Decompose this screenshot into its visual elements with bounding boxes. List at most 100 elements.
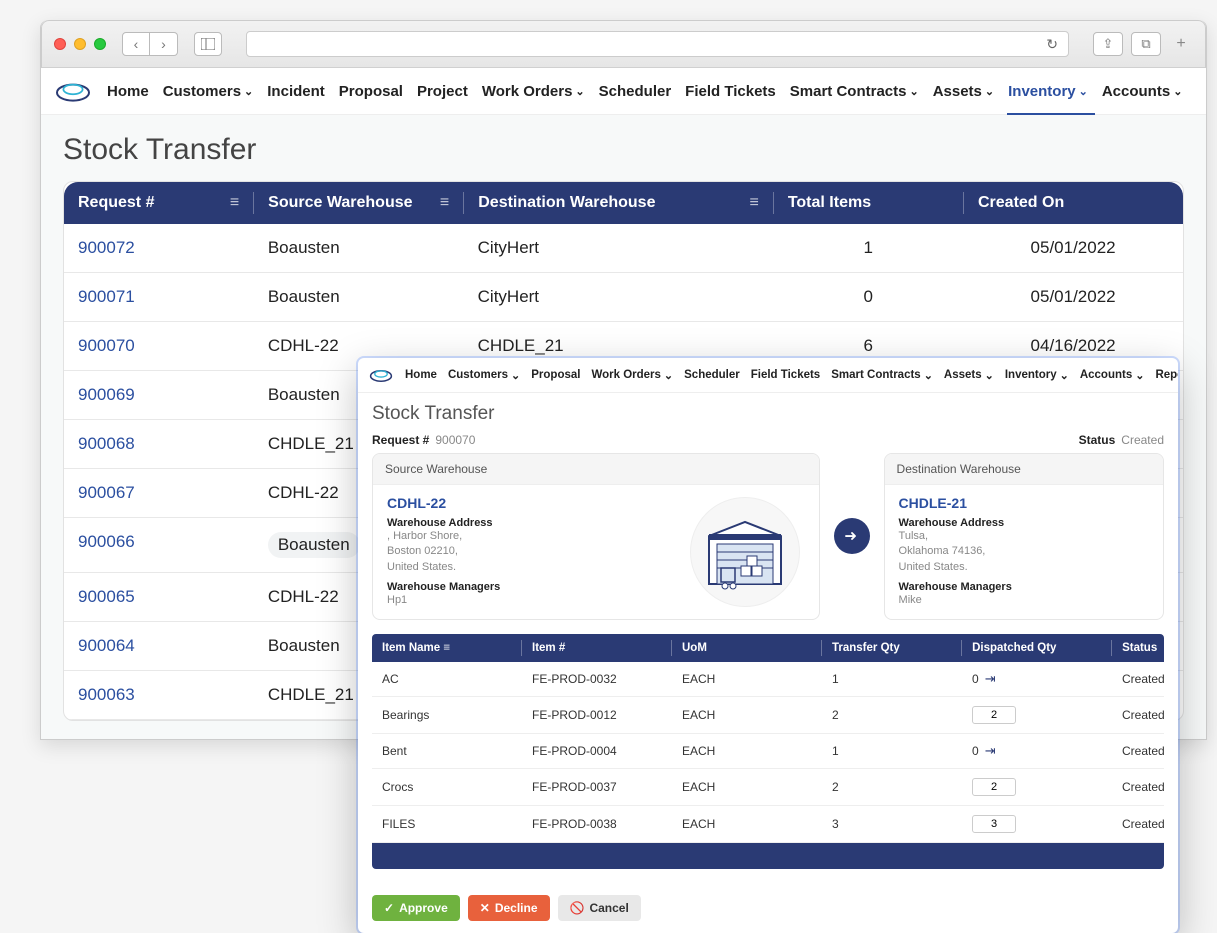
approve-button[interactable]: ✓Approve <box>372 895 460 921</box>
tabs-button[interactable]: ⧉ <box>1131 32 1161 56</box>
col-header-created-on[interactable]: Created On <box>964 182 1183 224</box>
nav-item-project[interactable]: Project <box>417 83 468 100</box>
chevron-down-icon: ⌄ <box>909 85 918 98</box>
action-bar: ✓Approve ✕Decline 🚫Cancel <box>358 883 1178 933</box>
col-header-destination-warehouse[interactable]: Destination Warehouse≡ <box>464 182 773 224</box>
refresh-icon[interactable]: ↻ <box>1046 36 1058 53</box>
check-icon: ✓ <box>384 901 394 915</box>
nav-item-customers[interactable]: Customers⌄ <box>163 83 254 100</box>
nav-active-underline <box>1007 113 1095 115</box>
forward-button[interactable]: › <box>150 32 178 56</box>
nav-item-inventory[interactable]: Inventory⌄ <box>1005 369 1069 382</box>
item-col-status[interactable]: Status <box>1112 634 1164 662</box>
dest-card-header: Destination Warehouse <box>885 454 1163 485</box>
request-link[interactable]: 900072 <box>64 224 254 272</box>
nav-item-reports[interactable]: Reports <box>1155 369 1178 382</box>
nav-item-smart-contracts[interactable]: Smart Contracts⌄ <box>790 83 919 100</box>
col-header-request-[interactable]: Request #≡ <box>64 182 253 224</box>
nav-item-scheduler[interactable]: Scheduler <box>599 83 672 100</box>
request-link[interactable]: 900071 <box>64 273 254 321</box>
request-link[interactable]: 900065 <box>64 573 254 621</box>
item-cell: EACH <box>672 734 822 768</box>
nav-item-field-tickets[interactable]: Field Tickets <box>685 83 776 100</box>
request-link[interactable]: 900067 <box>64 469 254 517</box>
dispatched-qty-input[interactable] <box>972 778 1016 796</box>
nav-item-incident[interactable]: Incident <box>267 83 325 100</box>
nav-buttons: ‹ › <box>122 32 178 56</box>
cell: 1 <box>773 224 963 272</box>
nav-item-proposal[interactable]: Proposal <box>531 369 580 382</box>
request-link[interactable]: 900069 <box>64 371 254 419</box>
cell: CityHert <box>464 224 774 272</box>
address-bar[interactable]: ↻ <box>246 31 1069 57</box>
dest-managers: Mike <box>899 593 1149 608</box>
nav-item-home[interactable]: Home <box>405 369 437 382</box>
nav-item-assets[interactable]: Assets⌄ <box>944 369 994 382</box>
item-cell <box>962 769 1112 805</box>
nav-item-smart-contracts[interactable]: Smart Contracts⌄ <box>831 369 933 382</box>
dispatched-qty-input[interactable] <box>972 706 1016 724</box>
item-cell <box>962 697 1112 733</box>
source-warehouse-card: Source Warehouse CDHL-22 Warehouse Addre… <box>372 453 820 620</box>
column-menu-icon[interactable]: ≡ <box>440 194 449 212</box>
request-link[interactable]: 900068 <box>64 420 254 468</box>
source-warehouse-name[interactable]: CDHL-22 <box>387 495 673 511</box>
nav-item-accounts[interactable]: Accounts⌄ <box>1080 369 1145 382</box>
nav-item-inventory[interactable]: Inventory⌄ <box>1008 83 1088 100</box>
maximize-icon[interactable] <box>94 38 106 50</box>
cell: Boausten <box>254 273 464 321</box>
share-button[interactable]: ⇪ <box>1093 32 1123 56</box>
cell: 05/01/2022 <box>963 224 1183 272</box>
column-menu-icon[interactable]: ≡ <box>440 642 450 654</box>
minimize-icon[interactable] <box>74 38 86 50</box>
items-header: Item Name ≡Item #UoMTransfer QtyDispatch… <box>372 634 1164 662</box>
request-link[interactable]: 900066 <box>64 518 254 572</box>
col-header-total-items[interactable]: Total Items <box>774 182 963 224</box>
item-col-uom[interactable]: UoM <box>672 634 821 662</box>
dispatch-icon[interactable]: ⇥ <box>985 743 996 759</box>
close-icon[interactable] <box>54 38 66 50</box>
nav-item-scheduler[interactable]: Scheduler <box>684 369 740 382</box>
col-header-source-warehouse[interactable]: Source Warehouse≡ <box>254 182 463 224</box>
decline-button[interactable]: ✕Decline <box>468 895 550 921</box>
nav-item-proposal[interactable]: Proposal <box>339 83 403 100</box>
table-row[interactable]: 900072BoaustenCityHert105/01/2022 <box>64 224 1183 273</box>
nav-item-work-orders[interactable]: Work Orders⌄ <box>482 83 585 100</box>
table-row[interactable]: 900071BoaustenCityHert005/01/2022 <box>64 273 1183 322</box>
nav-item-assets[interactable]: Assets⌄ <box>933 83 994 100</box>
item-row: BearingsFE-PROD-0012EACH2Created <box>372 697 1164 734</box>
request-link[interactable]: 900064 <box>64 622 254 670</box>
sidebar-toggle-button[interactable] <box>194 32 222 56</box>
chevron-down-icon: ⌄ <box>924 369 933 382</box>
request-link[interactable]: 900063 <box>64 671 254 719</box>
nav-item-customers[interactable]: Customers⌄ <box>448 369 520 382</box>
cancel-button[interactable]: 🚫Cancel <box>558 895 641 921</box>
nav-item-home[interactable]: Home <box>107 83 149 100</box>
dest-address: Tulsa,Oklahoma 74136,United States. <box>899 529 1149 575</box>
nav-item-work-orders[interactable]: Work Orders⌄ <box>591 369 673 382</box>
item-cell <box>962 806 1112 842</box>
column-menu-icon[interactable]: ≡ <box>230 194 239 212</box>
item-row: BentFE-PROD-0004EACH10⇥Created <box>372 734 1164 769</box>
item-cell: 0⇥ <box>962 662 1112 696</box>
dispatched-qty-input[interactable] <box>972 815 1016 833</box>
column-menu-icon[interactable]: ≡ <box>749 194 758 212</box>
warehouse-cards: Source Warehouse CDHL-22 Warehouse Addre… <box>372 453 1164 620</box>
detail-window: Home Customers⌄ Proposal Work Orders⌄ Schedu… <box>358 358 1178 933</box>
dest-warehouse-name[interactable]: CHDLE-21 <box>899 495 1149 511</box>
back-button[interactable]: ‹ <box>122 32 150 56</box>
nav-item-field-tickets[interactable]: Field Tickets <box>751 369 820 382</box>
detail-app-nav: Home Customers⌄ Proposal Work Orders⌄ Schedu… <box>358 358 1178 393</box>
chevron-down-icon: ⌄ <box>575 85 584 98</box>
item-cell: 1 <box>822 734 962 768</box>
detail-topline: Request #900070 StatusCreated <box>372 433 1164 447</box>
item-col-item-name[interactable]: Item Name ≡ <box>372 634 521 662</box>
nav-item-accounts[interactable]: Accounts⌄ <box>1102 83 1183 100</box>
item-col-item-[interactable]: Item # <box>522 634 671 662</box>
item-col-dispatched-qty[interactable]: Dispatched Qty <box>962 634 1111 662</box>
new-tab-button[interactable]: + <box>1169 32 1193 56</box>
request-link[interactable]: 900070 <box>64 322 254 370</box>
item-col-transfer-qty[interactable]: Transfer Qty <box>822 634 961 662</box>
dispatch-icon[interactable]: ⇥ <box>985 671 996 687</box>
prohibit-icon: 🚫 <box>570 901 585 915</box>
